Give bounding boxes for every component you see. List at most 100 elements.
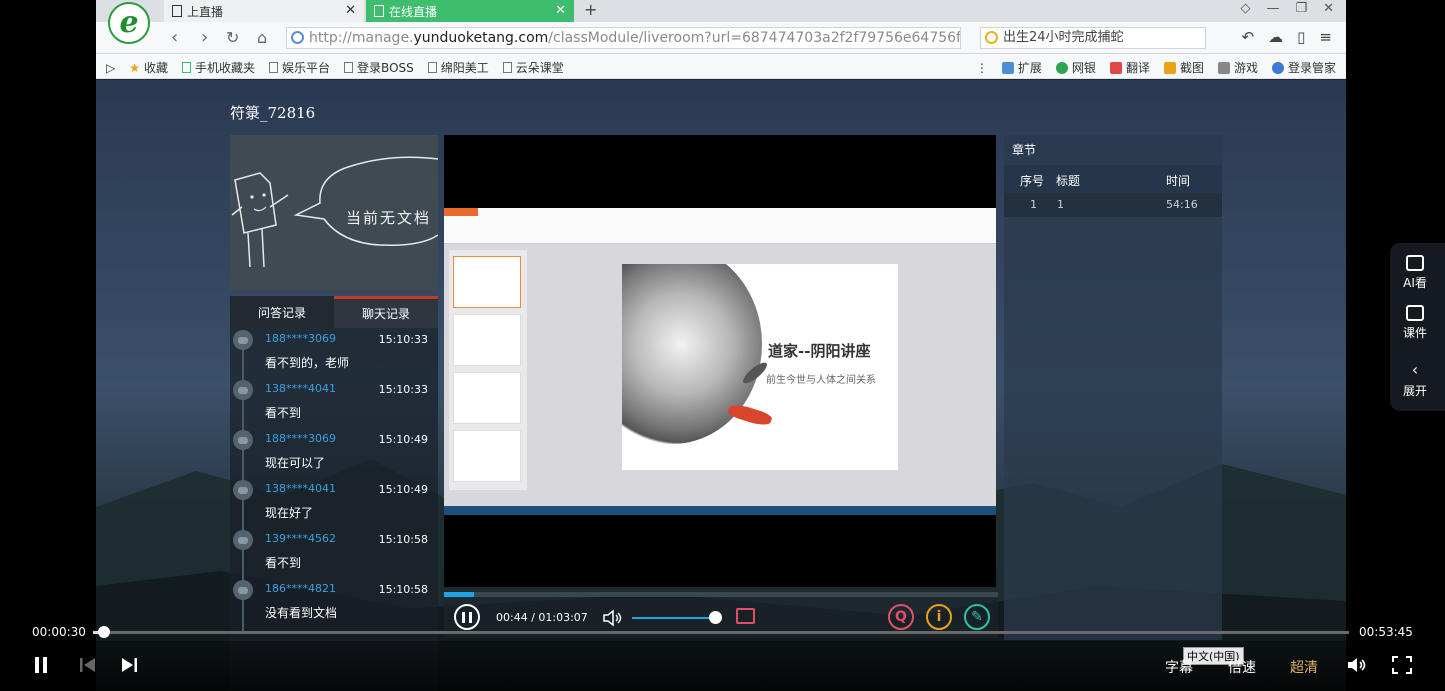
main-pause-button[interactable] bbox=[35, 657, 47, 673]
bookmark-collapse-icon[interactable]: ▷ bbox=[106, 61, 115, 75]
chapter-row[interactable]: 1 1 54:16 bbox=[1004, 193, 1222, 217]
bookmarks-bar: ▷ ★ 收藏 手机收藏夹 娱乐平台 登录BOSS 绵阳美工 云朵课堂 ⋮ 扩展 网… bbox=[96, 54, 1346, 79]
ppt-app-badge bbox=[444, 208, 478, 216]
chapter-columns: 序号 标题 时间 bbox=[1004, 165, 1222, 193]
document-placeholder: 当前无文档 bbox=[230, 135, 438, 291]
tool-ebank[interactable]: 网银 bbox=[1055, 59, 1096, 76]
chat-text: 现在好了 bbox=[265, 506, 314, 520]
restore-icon[interactable]: ❐ bbox=[1295, 1, 1307, 16]
star-icon: ★ bbox=[129, 60, 140, 75]
fullscreen-icon[interactable] bbox=[1392, 656, 1412, 674]
slide-subtitle: 前生今世与人体之间关系 bbox=[766, 375, 876, 386]
ai-watch-button[interactable]: AI看 bbox=[1390, 255, 1440, 291]
player-stage: 上直播 ✕ 在线直播 ✕ + ◇ — ❐ ✕ e ‹ › ↻ ⌂ http://… bbox=[0, 0, 1445, 691]
chat-message: 188****3069 15:10:33 看不到的，老师 bbox=[230, 328, 438, 378]
bookmark-yunduo[interactable]: 云朵课堂 bbox=[502, 59, 564, 76]
chat-tabs: 问答记录 聊天记录 bbox=[230, 296, 438, 328]
cloud-icon[interactable]: ☁ bbox=[1268, 28, 1283, 46]
chat-time: 15:10:58 bbox=[378, 583, 428, 596]
chat-time: 15:10:58 bbox=[378, 533, 428, 546]
tab-online-live[interactable]: 在线直播 ✕ bbox=[366, 0, 574, 22]
minimize-icon[interactable]: — bbox=[1266, 1, 1279, 16]
forward-icon[interactable]: › bbox=[201, 27, 208, 48]
subtitle-button[interactable]: 字幕 bbox=[1165, 657, 1193, 677]
tool-screenshot[interactable]: 截图 bbox=[1163, 59, 1204, 76]
search-input[interactable]: 出生24小时完成捕蛇 bbox=[980, 27, 1206, 49]
slide-thumbnail bbox=[453, 372, 521, 424]
phone-icon[interactable]: ▯ bbox=[1297, 28, 1305, 46]
tool-translate[interactable]: 翻译 bbox=[1109, 59, 1150, 76]
chat-message: 139****4562 15:10:58 看不到 bbox=[230, 528, 438, 578]
home-icon[interactable]: ⌂ bbox=[257, 28, 267, 47]
url-input[interactable]: http://manage.yunduoketang.com/classModu… bbox=[286, 27, 961, 49]
new-tab-plus-icon[interactable]: + bbox=[584, 0, 597, 19]
live-progress-bar[interactable] bbox=[444, 592, 998, 597]
slide-thumbnail bbox=[453, 256, 521, 308]
tab-live-shang[interactable]: 上直播 ✕ bbox=[164, 0, 364, 22]
tab-chat-records[interactable]: 聊天记录 bbox=[334, 296, 438, 328]
chat-time: 15:10:49 bbox=[378, 483, 428, 496]
courseware-button[interactable]: 课件 bbox=[1390, 305, 1440, 341]
video-area[interactable]: 道家--阴阳讲座 前生今世与人体之间关系 bbox=[444, 135, 996, 587]
chapter-time: 54:16 bbox=[1166, 198, 1198, 211]
tab-qa-records[interactable]: 问答记录 bbox=[230, 296, 334, 328]
page-icon bbox=[344, 62, 354, 73]
menu-icon[interactable]: ≡ bbox=[1319, 28, 1332, 46]
live-time-display: 00:44 / 01:03:07 bbox=[496, 611, 588, 624]
qa-icon[interactable]: Q bbox=[888, 604, 914, 630]
info-icon[interactable]: i bbox=[926, 604, 952, 630]
chat-list: 188****3069 15:10:33 看不到的，老师 138****4041… bbox=[230, 328, 438, 632]
room-title: 符箓_72816 bbox=[230, 104, 316, 122]
picture-in-picture-icon[interactable] bbox=[736, 608, 755, 624]
volume-slider[interactable] bbox=[632, 617, 715, 619]
expand-button[interactable]: ‹ 展开 bbox=[1390, 361, 1440, 399]
bookmark-mianyang[interactable]: 绵阳美工 bbox=[427, 59, 489, 76]
total-time: 00:53:45 bbox=[1359, 625, 1413, 639]
no-document-text: 当前无文档 bbox=[346, 209, 432, 227]
seek-bar[interactable] bbox=[93, 631, 1349, 634]
slide-thumbnail bbox=[453, 314, 521, 366]
next-icon[interactable] bbox=[120, 656, 138, 674]
tool-extensions[interactable]: 扩展 bbox=[1001, 59, 1042, 76]
browser-window: 上直播 ✕ 在线直播 ✕ + ◇ — ❐ ✕ e ‹ › ↻ ⌂ http://… bbox=[96, 0, 1346, 691]
bookmark-boss[interactable]: 登录BOSS bbox=[344, 59, 414, 76]
bookmark-mobile[interactable]: 手机收藏夹 bbox=[182, 59, 255, 76]
search-engine-icon bbox=[985, 31, 998, 44]
column-number: 序号 bbox=[1020, 174, 1045, 188]
close-window-icon[interactable]: ✕ bbox=[1323, 1, 1334, 16]
refresh-icon[interactable]: ↻ bbox=[226, 28, 239, 47]
window-controls: ◇ — ❐ ✕ bbox=[1240, 1, 1334, 16]
close-icon[interactable]: ✕ bbox=[345, 3, 356, 18]
volume-knob[interactable] bbox=[709, 611, 722, 624]
gamepad-icon bbox=[1217, 61, 1230, 74]
tool-login-manager[interactable]: 登录管家 bbox=[1271, 59, 1336, 76]
back-icon[interactable]: ‹ bbox=[171, 27, 178, 48]
bookmark-favorites[interactable]: ★ 收藏 bbox=[129, 59, 168, 76]
seek-knob[interactable] bbox=[98, 626, 110, 638]
previous-icon[interactable] bbox=[79, 656, 97, 674]
chat-time: 15:10:33 bbox=[378, 383, 428, 396]
bookmark-entertainment[interactable]: 娱乐平台 bbox=[269, 59, 330, 76]
more-icon[interactable]: ⋮ bbox=[976, 61, 988, 75]
avatar-icon bbox=[233, 480, 253, 500]
volume-icon[interactable] bbox=[602, 609, 624, 627]
chat-username: 138****4041 bbox=[265, 382, 336, 395]
pause-button[interactable] bbox=[454, 604, 480, 630]
tool-games[interactable]: 游戏 bbox=[1217, 59, 1258, 76]
key-icon bbox=[1271, 61, 1284, 74]
volume-icon[interactable] bbox=[1346, 655, 1368, 675]
chat-username: 188****3069 bbox=[265, 332, 336, 345]
speed-button[interactable]: 倍速 bbox=[1228, 657, 1256, 677]
quality-button[interactable]: 超清 bbox=[1290, 657, 1318, 677]
chat-message: 138****4041 15:10:33 看不到 bbox=[230, 378, 438, 428]
column-title: 标题 bbox=[1056, 174, 1081, 188]
avatar-icon bbox=[233, 380, 253, 400]
live-room-page: 符箓_72816 当前无文档 问答记录 聊天记录 188****3069 15:… bbox=[96, 80, 1346, 691]
close-icon[interactable]: ✕ bbox=[555, 3, 566, 18]
skin-icon[interactable]: ◇ bbox=[1240, 1, 1250, 16]
pencil-icon[interactable]: ✎ bbox=[964, 604, 990, 630]
current-time: 00:00:30 bbox=[32, 625, 86, 639]
chat-text: 现在可以了 bbox=[265, 456, 326, 470]
undo-icon[interactable]: ↶ bbox=[1242, 28, 1255, 46]
chat-text: 看不到 bbox=[265, 556, 302, 570]
